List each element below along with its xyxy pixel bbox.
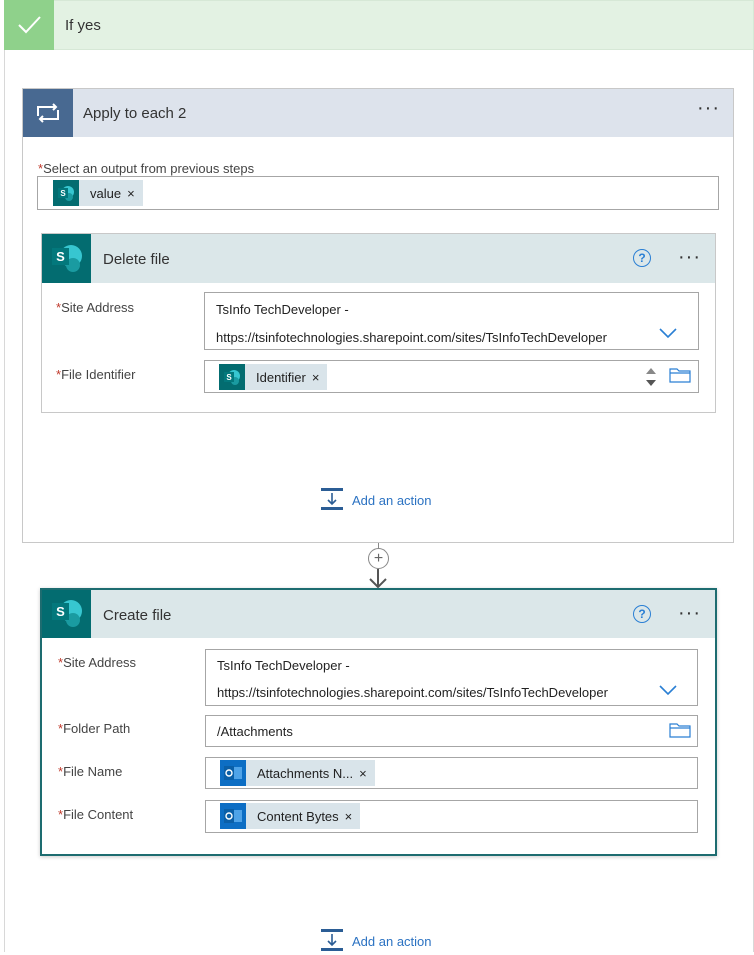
site-address-name: TsInfo TechDeveloper - <box>216 302 349 317</box>
if-yes-header[interactable] <box>4 0 754 50</box>
check-icon <box>4 0 54 50</box>
content-bytes-token[interactable]: Content Bytes × <box>220 803 361 829</box>
remove-token-button[interactable]: × <box>127 186 143 201</box>
sharepoint-icon: S <box>53 180 79 206</box>
insert-step-button[interactable]: + <box>368 548 389 569</box>
identifier-token-label: Identifier <box>256 369 306 385</box>
sharepoint-icon: S <box>42 234 91 283</box>
select-output-label: *Select an output from previous steps <box>38 161 254 176</box>
remove-token-button[interactable]: × <box>312 370 328 385</box>
add-action-icon <box>320 928 344 955</box>
file-name-label: *File Name <box>58 764 122 779</box>
more-options-button[interactable]: ··· <box>697 98 720 118</box>
remove-token-button[interactable]: × <box>345 809 361 824</box>
file-identifier-label-text: File Identifier <box>61 367 136 382</box>
attachments-name-token[interactable]: Attachments N... × <box>220 760 375 786</box>
content-bytes-token-label: Content Bytes <box>257 808 339 824</box>
file-content-label: *File Content <box>58 807 133 822</box>
chevron-down-icon[interactable] <box>658 326 678 344</box>
svg-text:S: S <box>226 373 232 382</box>
folder-path-value: /Attachments <box>217 724 293 739</box>
site-address-label: *Site Address <box>56 300 134 315</box>
svg-text:S: S <box>60 189 66 198</box>
more-options-button[interactable]: ··· <box>678 247 701 267</box>
site-address-url: https://tsinfotechnologies.sharepoint.co… <box>216 330 607 345</box>
outlook-icon <box>220 760 246 786</box>
identifier-token[interactable]: S Identifier × <box>219 364 328 390</box>
help-icon[interactable]: ? <box>633 605 651 623</box>
apply-to-each-title: Apply to each 2 <box>83 105 187 122</box>
folder-icon[interactable] <box>669 722 691 743</box>
site-address-name: TsInfo TechDeveloper - <box>217 658 350 673</box>
site-address-label-text: Site Address <box>63 655 137 670</box>
file-name-label-text: File Name <box>63 764 123 779</box>
help-icon[interactable]: ? <box>633 249 651 267</box>
if-yes-label: If yes <box>65 17 101 34</box>
site-address-label: *Site Address <box>58 655 136 670</box>
outlook-icon <box>220 803 246 829</box>
svg-text:S: S <box>56 249 65 264</box>
more-options-button[interactable]: ··· <box>678 603 701 623</box>
value-token-label: value <box>90 185 122 201</box>
folder-icon[interactable] <box>669 367 691 388</box>
add-an-action-button[interactable]: Add an action <box>320 487 432 514</box>
site-address-label-text: Site Address <box>61 300 135 315</box>
sharepoint-icon: S <box>42 590 91 638</box>
select-output-field[interactable]: S value × <box>37 176 719 210</box>
stepper-control[interactable] <box>641 363 661 391</box>
file-name-field[interactable]: Attachments N... × <box>205 757 698 789</box>
file-identifier-label: *File Identifier <box>56 367 135 382</box>
file-content-label-text: File Content <box>63 807 134 822</box>
file-identifier-field[interactable]: S Identifier × <box>204 360 699 393</box>
remove-token-button[interactable]: × <box>359 766 375 781</box>
file-content-field[interactable]: Content Bytes × <box>205 800 698 833</box>
delete-file-title: Delete file <box>103 251 170 268</box>
value-token[interactable]: S value × <box>53 180 143 206</box>
add-an-action-button[interactable]: Add an action <box>320 928 432 955</box>
site-address-url: https://tsinfotechnologies.sharepoint.co… <box>217 685 608 700</box>
svg-text:S: S <box>56 604 65 619</box>
add-action-label: Add an action <box>352 934 432 949</box>
add-action-icon <box>320 487 344 514</box>
add-action-label: Add an action <box>352 493 432 508</box>
sharepoint-icon: S <box>219 364 245 390</box>
scope-border-left <box>4 50 5 952</box>
folder-path-label-text: Folder Path <box>63 721 131 736</box>
folder-path-label: *Folder Path <box>58 721 130 736</box>
loop-icon <box>23 89 73 137</box>
select-output-label-text: Select an output from previous steps <box>43 161 255 176</box>
create-file-title: Create file <box>103 607 172 624</box>
attachments-name-token-label: Attachments N... <box>257 765 354 781</box>
chevron-down-icon[interactable] <box>658 683 678 701</box>
